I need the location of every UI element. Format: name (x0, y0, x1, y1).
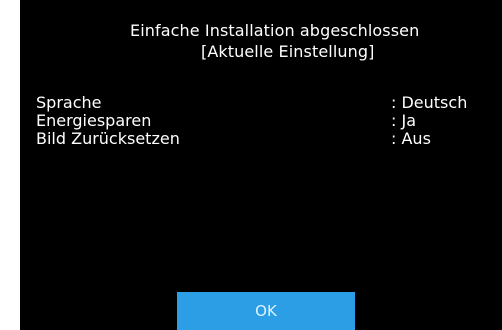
setting-value-energy-saving: : Ja (391, 111, 416, 130)
setting-label-language: Sprache (36, 93, 102, 112)
installation-complete-screen: Einfache Installation abgeschlossen [Akt… (20, 0, 502, 330)
ok-button[interactable]: OK (177, 292, 355, 330)
setting-row-language: Sprache : Deutsch (36, 93, 496, 112)
setting-row-picture-reset: Bild Zurücksetzen : Aus (36, 129, 496, 148)
setting-value-language: : Deutsch (391, 93, 468, 112)
setting-label-picture-reset: Bild Zurücksetzen (36, 129, 180, 148)
setting-row-energy-saving: Energiesparen : Ja (36, 111, 496, 130)
dialog-subtitle: [Aktuelle Einstellung] (201, 42, 375, 61)
setting-label-energy-saving: Energiesparen (36, 111, 152, 130)
setting-value-picture-reset: : Aus (391, 129, 431, 148)
dialog-title: Einfache Installation abgeschlossen (130, 21, 420, 40)
